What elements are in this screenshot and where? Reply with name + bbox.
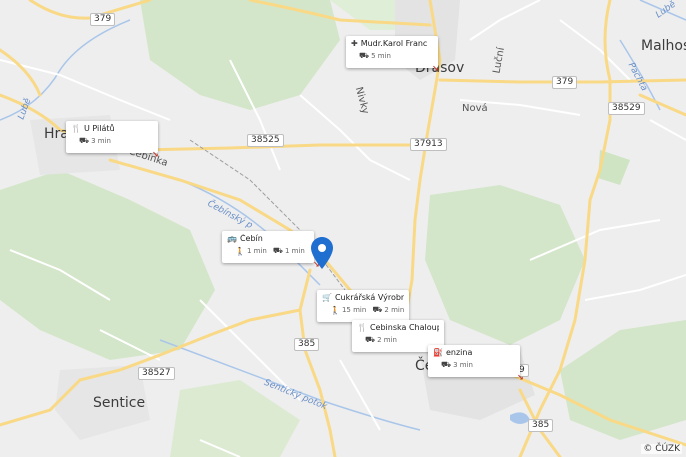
car-icon: ⛟: [272, 246, 283, 255]
restaurant-icon: 🍴: [71, 124, 81, 133]
poi-title-row: ✚ Mudr.Karol Franc: [351, 39, 433, 48]
drive-time-value: 2 min: [384, 306, 405, 314]
forest-area: [560, 320, 686, 440]
car-icon: ⛟: [79, 136, 90, 145]
drive-time-value: 3 min: [91, 137, 111, 145]
car-icon: ⛟: [441, 360, 452, 369]
drive-time: ⛟ 2 min: [372, 305, 404, 315]
medical-icon: ✚: [351, 39, 358, 48]
poi-title: enzina: [445, 348, 473, 357]
poi-title-row: 🚌 Čebín: [227, 234, 309, 243]
walk-icon: 🚶: [235, 246, 245, 256]
drive-time: ⛟ 2 min: [365, 335, 397, 345]
road-number-38529: 38529: [608, 102, 645, 115]
street-label-nova: Nová: [462, 103, 488, 114]
poi-card-cukrarska-vyrobna[interactable]: 🛒 Cukrářská Výrobn... 🚶15 min ⛟2 min: [317, 290, 409, 322]
poi-title: Cukrářská Výrobn...: [334, 293, 404, 302]
location-pin-icon[interactable]: [311, 237, 333, 269]
poi-title-row: 🛒 Cukrářská Výrobn...: [322, 293, 404, 302]
forest-area: [425, 185, 585, 345]
poi-meta: 🚶 15 min ⛟ 2 min: [322, 305, 404, 315]
stream: [0, 19, 131, 121]
drive-time: ⛟ 3 min: [79, 136, 111, 146]
fuel-icon: ⛽: [433, 348, 443, 357]
walk-icon: 🚶: [330, 305, 340, 315]
map-attribution: © ČÚZK: [641, 444, 682, 454]
drive-time: ⛟ 1 min: [273, 246, 305, 256]
walk-time: 🚶 15 min: [330, 305, 366, 315]
water-body: [510, 412, 530, 424]
poi-direction-arrow: ↘: [432, 64, 439, 73]
poi-title: Cebinska Chaloup...: [369, 323, 439, 332]
poi-direction-arrow: ↘: [152, 150, 159, 159]
map-base-layer: [0, 0, 686, 457]
road-number-38525: 38525: [247, 134, 284, 147]
forest-area: [140, 0, 340, 110]
poi-title-row: 🍴 Cebinska Chaloup...: [357, 323, 439, 332]
poi-title-row: ⛽ enzina: [433, 348, 515, 357]
walk-time: 🚶 1 min: [235, 246, 267, 256]
drive-time-value: 1 min: [284, 247, 305, 255]
poi-meta: ⛟ 3 min: [71, 136, 153, 146]
poi-title-row: 🍴 U Pilátů: [71, 124, 153, 133]
road-number-379: 379: [552, 76, 578, 89]
map-canvas[interactable]: 379 379 38525 37913 38529 385 38527 385 …: [0, 0, 686, 457]
road-number-379: 379: [90, 13, 116, 26]
poi-title: Čebín: [239, 234, 263, 243]
poi-meta: 🚶 1 min ⛟ 1 min: [227, 246, 309, 256]
poi-card-cebin[interactable]: 🚌 Čebín 🚶 1 min ⛟ 1 min: [222, 231, 314, 263]
poi-card-benzina[interactable]: ⛽ enzina ⛟ 3 min: [428, 345, 520, 377]
drive-time-value: 5 min: [371, 52, 391, 60]
drive-time: ⛟ 3 min: [441, 360, 473, 370]
road-number-385: 385: [528, 419, 554, 432]
shop-icon: 🛒: [322, 293, 332, 302]
place-label-malhostovice: Malhos: [641, 38, 686, 54]
road-number-38527: 38527: [138, 367, 175, 380]
car-icon: ⛟: [372, 305, 383, 314]
restaurant-icon: 🍴: [357, 323, 367, 332]
drive-time: ⛟ 5 min: [359, 51, 391, 61]
walk-time-value: 15 min: [341, 306, 367, 314]
walk-time-value: 1 min: [246, 247, 267, 255]
car-icon: ⛟: [359, 51, 370, 60]
bus-icon: 🚌: [227, 234, 237, 243]
road-number-385: 385: [294, 338, 320, 351]
pin-marker-shape: [311, 237, 333, 269]
poi-meta: ⛟ 3 min: [433, 360, 515, 370]
poi-card-u-pilatu[interactable]: 🍴 U Pilátů ⛟ 3 min: [66, 121, 158, 153]
place-label-sentice: Sentice: [93, 395, 146, 411]
poi-meta: ⛟ 5 min: [351, 51, 433, 61]
forest-area: [0, 170, 215, 360]
drive-time-value: 2 min: [377, 336, 397, 344]
drive-time-value: 3 min: [453, 361, 473, 369]
road-number-37913: 37913: [410, 138, 447, 151]
poi-meta: ⛟ 2 min: [357, 335, 439, 345]
poi-title: Mudr.Karol Franc: [360, 39, 428, 48]
poi-direction-arrow: ↘: [517, 373, 524, 382]
car-icon: ⛟: [365, 335, 376, 344]
poi-card-mudr-karol-franc[interactable]: ✚ Mudr.Karol Franc ⛟ 5 min: [346, 36, 438, 68]
poi-title: U Pilátů: [83, 124, 115, 133]
